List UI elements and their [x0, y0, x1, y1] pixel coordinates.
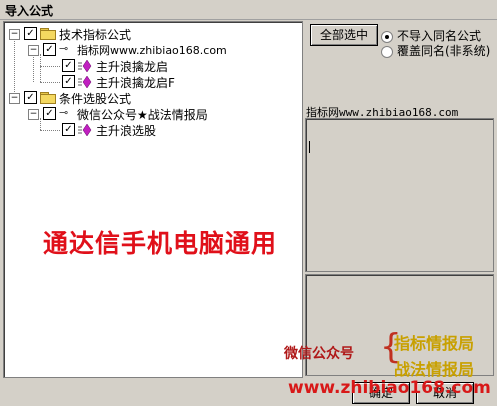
item-label: 主升浪擒龙启F: [96, 76, 175, 90]
window-title: 导入公式: [5, 4, 54, 18]
group-checkbox[interactable]: ✓: [24, 27, 37, 40]
item-checkbox[interactable]: ✓: [62, 75, 75, 88]
wechat-label: 微信公众号: [284, 346, 354, 362]
tree-item[interactable]: ✓ 主升浪选股: [4, 122, 294, 138]
formula-icon: [78, 124, 92, 136]
formula-description-box[interactable]: [305, 118, 494, 272]
option-label: 不导入同名公式: [397, 29, 482, 43]
tree-sub-author[interactable]: − ✓ ⊸ 指标网www.zhibiao168.com: [4, 42, 294, 58]
sub-checkbox[interactable]: ✓: [43, 43, 56, 56]
collapse-toggle[interactable]: −: [28, 109, 39, 120]
watermark-url: www.zhibiao168.com: [288, 378, 491, 398]
item-checkbox[interactable]: ✓: [62, 59, 75, 72]
key-icon: ⊸: [59, 106, 69, 119]
formula-tree[interactable]: − ✓ 技术指标公式 − ✓ ⊸ 指标网www.zhibiao168.com ✓…: [3, 21, 303, 378]
select-all-button[interactable]: 全部选中: [310, 24, 378, 46]
radio-icon[interactable]: [381, 45, 393, 58]
wechat-tag: 战法情报局: [394, 360, 475, 379]
group-checkbox[interactable]: ✓: [24, 91, 37, 104]
tree-group-stock[interactable]: − ✓ 条件选股公式: [4, 90, 294, 106]
group-label: 技术指标公式: [59, 28, 132, 42]
option-label: 覆盖同名(非系统): [397, 44, 491, 58]
tree-group-indicator[interactable]: − ✓ 技术指标公式: [4, 26, 294, 42]
collapse-toggle[interactable]: −: [9, 29, 20, 40]
title-bar: 导入公式: [0, 0, 497, 20]
collapse-toggle[interactable]: −: [28, 45, 39, 56]
tree-item[interactable]: ✓ 主升浪擒龙启: [4, 58, 294, 74]
group-label: 条件选股公式: [59, 92, 132, 106]
text-caret: [309, 141, 310, 153]
item-label: 主升浪擒龙启: [96, 60, 169, 74]
folder-icon: [40, 92, 56, 104]
sub-label: 微信公众号★战法情报局: [77, 108, 208, 122]
folder-icon: [40, 28, 56, 40]
formula-icon: [78, 60, 92, 72]
wechat-tag: 指标情报局: [394, 334, 475, 353]
formula-icon: [78, 76, 92, 88]
collapse-toggle[interactable]: −: [9, 93, 20, 104]
sub-checkbox[interactable]: ✓: [43, 107, 56, 120]
option-overwrite[interactable]: 覆盖同名(非系统): [381, 42, 490, 59]
item-checkbox[interactable]: ✓: [62, 123, 75, 136]
radio-icon[interactable]: [381, 30, 393, 43]
item-label: 主升浪选股: [96, 124, 157, 138]
tree-item[interactable]: ✓ 主升浪擒龙启F: [4, 74, 294, 90]
key-icon: ⊸: [59, 42, 69, 55]
sub-label: 指标网www.zhibiao168.com: [77, 44, 227, 57]
tree-sub-author[interactable]: − ✓ ⊸ 微信公众号★战法情报局: [4, 106, 294, 122]
promo-banner: 通达信手机电脑通用: [43, 229, 278, 258]
